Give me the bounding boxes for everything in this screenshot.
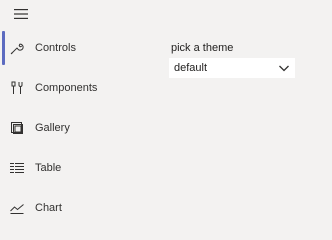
nav-item-gallery[interactable]: Gallery bbox=[0, 108, 160, 148]
theme-picker-label: pick a theme bbox=[171, 42, 234, 54]
nav-item-label: Chart bbox=[35, 202, 62, 214]
nav-item-label: Gallery bbox=[35, 122, 70, 134]
side-navigation: Controls Components Gallery Table Chart bbox=[0, 28, 160, 228]
tools-icon bbox=[9, 80, 25, 96]
chevron-down-icon bbox=[279, 65, 289, 72]
wrench-icon bbox=[9, 40, 25, 56]
theme-dropdown-value: default bbox=[174, 62, 208, 74]
nav-item-label: Table bbox=[35, 162, 62, 174]
nav-item-label: Components bbox=[35, 82, 98, 94]
theme-dropdown[interactable]: default bbox=[169, 58, 295, 78]
gallery-icon bbox=[9, 120, 25, 136]
hamburger-menu-button[interactable] bbox=[8, 4, 34, 24]
selected-indicator bbox=[2, 31, 5, 65]
nav-item-chart[interactable]: Chart bbox=[0, 188, 160, 228]
table-icon bbox=[9, 160, 25, 176]
nav-item-table[interactable]: Table bbox=[0, 148, 160, 188]
hamburger-icon bbox=[14, 9, 28, 19]
nav-item-components[interactable]: Components bbox=[0, 68, 160, 108]
nav-item-controls[interactable]: Controls bbox=[0, 28, 160, 68]
chart-icon bbox=[9, 200, 25, 216]
nav-item-label: Controls bbox=[35, 42, 76, 54]
app-window: Controls Components Gallery Table Chart … bbox=[0, 0, 332, 227]
